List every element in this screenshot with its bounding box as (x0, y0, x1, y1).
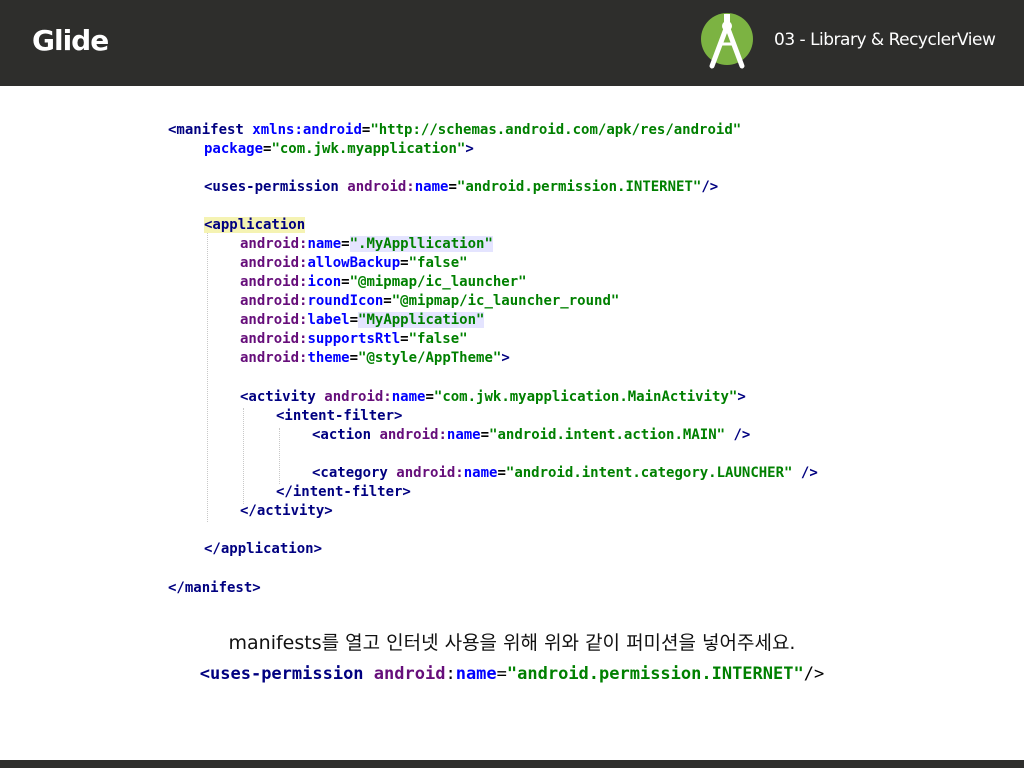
indent-guide (243, 408, 244, 504)
footer-bar (0, 760, 1024, 768)
code-line: <manifest xmlns:android="http://schemas.… (168, 122, 742, 138)
code-line: </manifest> (168, 580, 261, 596)
code-line: <activity android:name="com.jwk.myapplic… (240, 389, 746, 405)
code-line: </application> (204, 541, 323, 557)
code-line: android:roundIcon="@mipmap/ic_launcher_r… (240, 293, 620, 309)
code-line: </activity> (240, 503, 333, 519)
code-line: <uses-permission android:name="android.p… (204, 179, 719, 195)
code-line: <intent-filter> (276, 408, 403, 424)
code-line: package="com.jwk.myapplication"> (204, 141, 474, 157)
caption-text: manifests를 열고 인터넷 사용을 위해 위와 같이 퍼미션을 넣어주세… (228, 632, 796, 654)
manifest-code-image: <manifest xmlns:android="http://schemas.… (0, 0, 1024, 620)
code-line: </intent-filter> (276, 484, 411, 500)
code-line: android:allowBackup="false" (240, 255, 468, 271)
indent-guide (279, 428, 280, 484)
code-line: <category android:name="android.intent.c… (312, 465, 818, 481)
code-line: android:label="MyApplication" (240, 312, 485, 328)
code-line: <application (204, 217, 306, 233)
code-line: android:theme="@style/AppTheme"> (240, 350, 510, 366)
code-line: android:supportsRtl="false" (240, 331, 468, 347)
code-line: android:icon="@mipmap/ic_launcher" (240, 274, 527, 290)
code-line: android:name=".MyAppllication" (240, 236, 493, 252)
indent-guide (207, 232, 208, 522)
code-snippet: <uses-permission android:name="android.p… (199, 664, 825, 684)
code-line: <action android:name="android.intent.act… (312, 427, 751, 443)
